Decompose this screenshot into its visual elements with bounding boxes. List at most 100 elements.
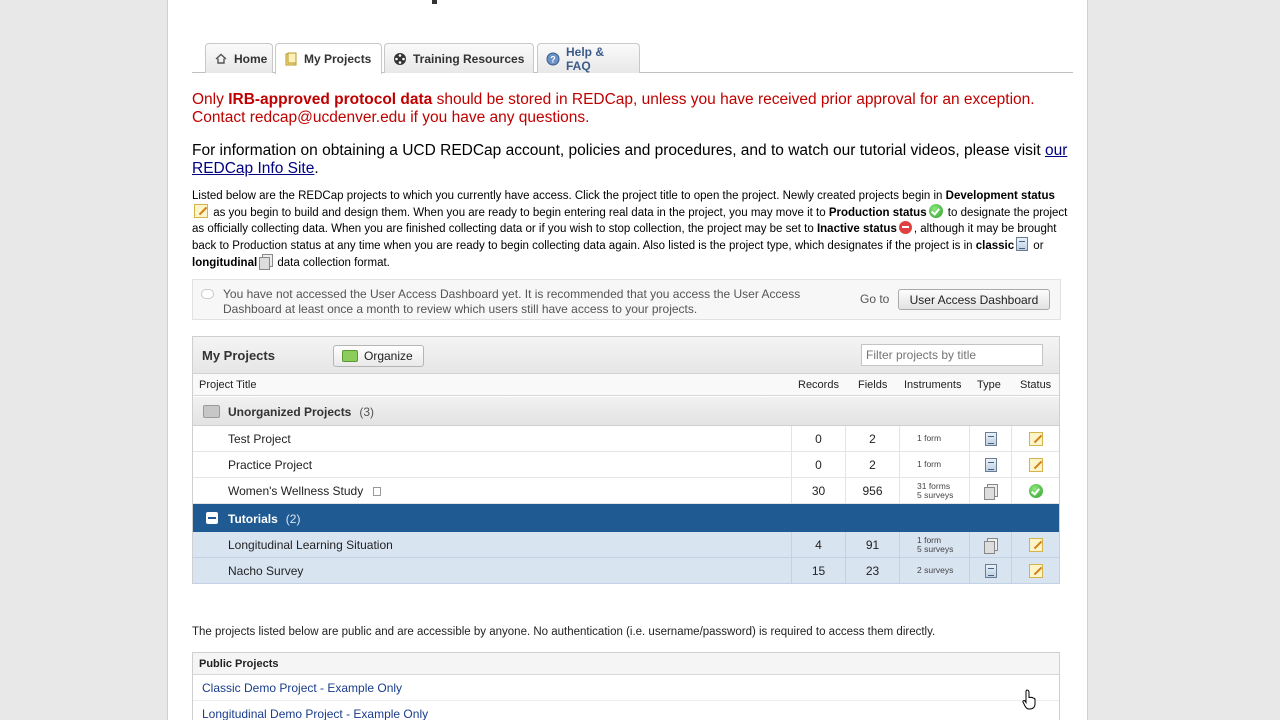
development-status-icon xyxy=(1028,537,1043,552)
folder-count: (3) xyxy=(359,405,375,419)
longitudinal-type-icon xyxy=(984,537,998,554)
col-status[interactable]: Status xyxy=(1020,379,1051,391)
folder-count: (2) xyxy=(285,512,301,526)
header-remnant xyxy=(192,0,1072,4)
folder-icon xyxy=(342,350,358,362)
development-status-icon xyxy=(1028,431,1043,446)
col-records[interactable]: Records xyxy=(798,379,839,391)
intro-text: data collection format. xyxy=(274,257,390,269)
type-cell xyxy=(969,558,1011,583)
instruments-info: 1 form xyxy=(899,452,969,477)
info-notice: For information on obtaining a UCD REDCa… xyxy=(192,142,1072,178)
intro-classic: classic xyxy=(975,240,1015,252)
intro-dev-status: Development status xyxy=(945,190,1055,202)
production-status-icon xyxy=(1028,483,1043,498)
instruments-info: 1 form xyxy=(899,426,969,451)
folder-tutorials[interactable]: Tutorials (2) xyxy=(193,504,1059,532)
records-count: 0 xyxy=(791,426,845,451)
longitudinal-type-icon xyxy=(259,254,274,270)
col-project-title[interactable]: Project Title xyxy=(199,379,256,391)
organize-label: Organize xyxy=(364,349,413,363)
tab-home[interactable]: Home xyxy=(205,43,273,73)
inactive-status-icon xyxy=(898,221,912,234)
status-cell xyxy=(1011,426,1059,451)
type-cell xyxy=(969,532,1011,557)
intro-prod-status: Production status xyxy=(828,207,927,219)
project-title-link[interactable]: Test Project xyxy=(228,432,291,446)
project-title-link[interactable]: Nacho Survey xyxy=(228,564,303,578)
status-cell xyxy=(1011,532,1059,557)
collapse-icon[interactable] xyxy=(206,512,218,524)
folder-unorganized[interactable]: Unorganized Projects (3) xyxy=(193,397,1059,426)
col-fields[interactable]: Fields xyxy=(858,379,887,391)
main-tabs: Home My Projects Training Resources ? He… xyxy=(192,43,1073,74)
organize-button[interactable]: Organize xyxy=(333,345,424,367)
production-status-icon xyxy=(928,204,943,218)
fields-count: 2 xyxy=(845,426,899,451)
tab-help-label: Help & FAQ xyxy=(566,44,605,73)
tab-training-label: Training Resources xyxy=(413,51,525,66)
public-projects-intro: The projects listed below are public and… xyxy=(192,626,936,638)
fields-count: 23 xyxy=(845,558,899,583)
folder-icon xyxy=(284,52,298,66)
dashboard-message: You have not accessed the User Access Da… xyxy=(223,287,801,316)
user-access-dashboard-notice: You have not accessed the User Access Da… xyxy=(192,279,1061,320)
project-title-link[interactable]: Longitudinal Learning Situation xyxy=(228,538,393,552)
public-projects-title: Public Projects xyxy=(193,653,1059,675)
development-status-icon xyxy=(1028,563,1043,578)
longitudinal-type-icon xyxy=(984,483,998,500)
project-row: Women's Wellness Study 30 956 31 forms 5 … xyxy=(193,478,1059,504)
irb-notice-bold: IRB-approved protocol data xyxy=(228,91,433,108)
tab-training-resources[interactable]: Training Resources xyxy=(384,43,534,73)
classic-type-icon xyxy=(1016,237,1029,251)
tab-my-projects[interactable]: My Projects xyxy=(275,43,382,74)
status-cell xyxy=(1011,558,1059,583)
info-notice-text: For information on obtaining a UCD REDCa… xyxy=(192,142,1045,159)
irb-notice-text-1: Only xyxy=(192,91,229,108)
records-count: 30 xyxy=(791,478,845,503)
public-projects-table: Public Projects Classic Demo Project - E… xyxy=(192,652,1060,720)
svg-text:?: ? xyxy=(550,54,556,64)
project-title-link[interactable]: Practice Project xyxy=(228,458,312,472)
classic-type-icon xyxy=(984,431,997,446)
type-cell xyxy=(969,426,1011,451)
help-icon: ? xyxy=(546,52,560,66)
hand-cursor-icon xyxy=(1022,689,1036,710)
status-cell xyxy=(1011,452,1059,477)
my-projects-header: My Projects Organize xyxy=(193,337,1059,374)
development-status-icon xyxy=(194,204,208,218)
intro-text: Listed below are the REDCap projects to … xyxy=(192,190,946,202)
col-instruments[interactable]: Instruments xyxy=(904,379,961,391)
folder-name: Unorganized Projects xyxy=(228,405,352,419)
public-project-link[interactable]: Classic Demo Project - Example Only xyxy=(193,675,1059,701)
records-count: 4 xyxy=(791,532,845,557)
folder-name: Tutorials xyxy=(228,512,278,526)
project-row: Practice Project 0 2 1 form xyxy=(193,452,1059,478)
project-title-link[interactable]: Women's Wellness Study xyxy=(228,484,382,498)
intro-text: as you begin to build and design them. W… xyxy=(210,207,829,219)
irb-notice: Only IRB-approved protocol data should b… xyxy=(192,91,1072,127)
home-icon xyxy=(214,52,228,66)
user-access-dashboard-button[interactable]: User Access Dashboard xyxy=(898,289,1050,310)
project-row: Test Project 0 2 1 form xyxy=(193,426,1059,452)
status-cell xyxy=(1011,478,1059,503)
filter-projects-input[interactable] xyxy=(861,344,1043,366)
col-type[interactable]: Type xyxy=(977,379,1001,391)
fields-count: 2 xyxy=(845,452,899,477)
folder-icon xyxy=(203,405,220,418)
development-status-icon xyxy=(1028,457,1043,472)
public-project-link[interactable]: Longitudinal Demo Project - Example Only xyxy=(193,701,1059,720)
projects-intro: Listed below are the REDCap projects to … xyxy=(192,188,1072,271)
film-reel-icon xyxy=(393,52,407,66)
tab-help-faq[interactable]: ? Help & FAQ xyxy=(537,43,640,73)
project-row: Longitudinal Learning Situation 4 91 1 f… xyxy=(193,532,1059,558)
instruments-info: 1 form 5 surveys xyxy=(899,532,969,557)
tab-my-projects-label: My Projects xyxy=(304,52,372,66)
tab-home-label: Home xyxy=(234,51,268,66)
my-projects-table: My Projects Organize Project Title Recor… xyxy=(192,336,1060,584)
intro-longitudinal: longitudinal xyxy=(192,257,258,269)
my-projects-title: My Projects xyxy=(202,348,275,363)
fields-count: 956 xyxy=(845,478,899,503)
records-count: 15 xyxy=(791,558,845,583)
type-cell xyxy=(969,478,1011,503)
